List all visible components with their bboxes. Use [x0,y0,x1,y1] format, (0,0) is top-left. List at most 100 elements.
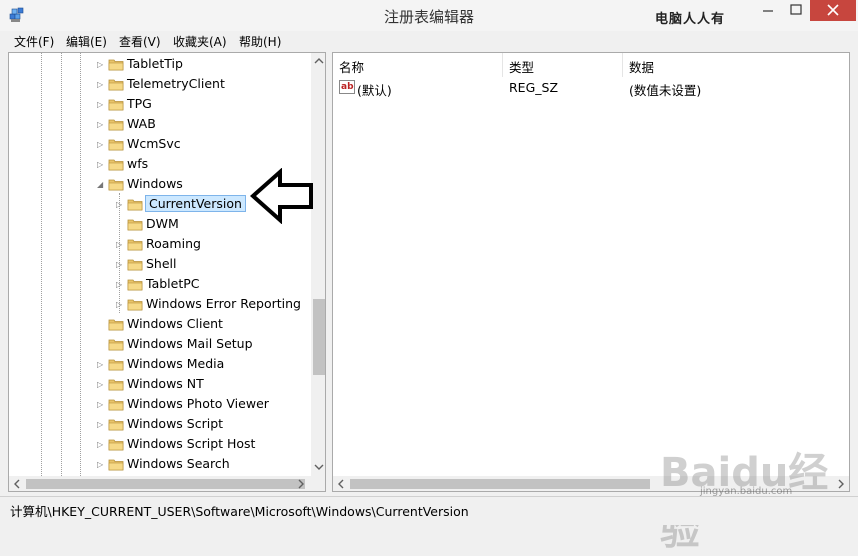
list-horizontal-scroll-thumb[interactable] [350,479,650,489]
tree-item[interactable]: ▷ WcmSvc [97,135,309,155]
expand-icon[interactable]: ▷ [116,240,125,250]
tree-item[interactable]: ▷ WAB [97,115,309,135]
tree-item-label: Windows Search [127,456,230,471]
tree-item-label: TabletPC [146,276,200,291]
menu-favorites[interactable]: 收藏夹(A) [173,33,227,50]
tree-item[interactable]: ▷ Windows Error Reporting [116,295,309,315]
folder-icon [108,119,124,131]
collapse-icon[interactable]: ◢ [97,180,106,190]
minimize-button[interactable] [754,0,782,21]
tree-item[interactable]: ▷ TelemetryClient [97,75,309,95]
folder-icon [108,399,124,411]
registry-key-tree[interactable]: ▷ TabletTip ▷ TelemetryClient ▷ TPG ▷ WAB ▷ WcmSv… [8,52,326,492]
folder-icon [127,199,143,211]
tree-vertical-scrollbar[interactable] [311,53,325,476]
folder-icon [108,319,124,331]
menu-bar: 文件(F) 编辑(E) 查看(V) 收藏夹(A) 帮助(H) [0,31,858,51]
tree-item-label: DWM [146,216,179,231]
scroll-down-icon[interactable] [314,463,324,471]
pointer-arrow-icon [250,168,313,224]
folder-icon [108,379,124,391]
expand-icon[interactable]: ▷ [97,80,106,90]
current-key-path: 计算机\HKEY_CURRENT_USER\Software\Microsoft… [10,504,469,519]
scroll-left-icon[interactable] [13,479,21,489]
expand-icon[interactable]: ▷ [97,360,106,370]
tree-item[interactable]: ▷ TabletTip [97,55,309,75]
tree-guide-line [80,53,81,476]
expand-icon[interactable]: ▷ [116,260,125,270]
expand-icon[interactable]: ▷ [97,140,106,150]
tree-item[interactable]: ▷ Shell [116,255,309,275]
value-row[interactable]: ab (默认) REG_SZ (数值未设置) [333,78,849,98]
close-button[interactable] [810,0,856,21]
tree-item-label: wfs [127,156,149,171]
expand-icon[interactable]: ▷ [97,460,106,470]
tree-item[interactable]: ▷ Windows NT [97,375,309,395]
tree-item[interactable]: ▷ TPG [97,95,309,115]
value-type: REG_SZ [509,80,559,95]
tree-horizontal-scrollbar[interactable] [9,476,325,491]
registry-values-list[interactable]: 名称 类型 数据 ab (默认) REG_SZ (数值未设置) [332,52,850,492]
tree-vertical-scroll-thumb[interactable] [313,299,325,375]
folder-icon [108,159,124,171]
window-title: 注册表编辑器 [383,8,474,26]
tree-item[interactable]: ▷ Windows Photo Viewer [97,395,309,415]
expand-icon[interactable]: ▷ [97,380,106,390]
tree-item-label: WAB [127,116,156,131]
tree-item-label: Windows Photo Viewer [127,396,269,411]
menu-edit[interactable]: 编辑(E) [66,33,107,50]
tree-item-label: Windows Script Host [127,436,256,451]
folder-icon [127,259,143,271]
folder-icon [108,459,124,471]
expand-icon[interactable]: ▷ [97,100,106,110]
expand-icon [116,220,125,230]
tree-guide-line [61,53,62,476]
tree-item-label: CurrentVersion [145,195,246,212]
expand-icon[interactable]: ▷ [97,440,106,450]
scroll-left-icon[interactable] [337,479,345,489]
value-name: (默认) [357,83,392,98]
expand-icon[interactable]: ▷ [116,280,125,290]
tree-item-label: WcmSvc [127,136,181,151]
tree-item[interactable]: Windows Client [97,315,309,335]
folder-icon [108,139,124,151]
tree-item-label: TPG [127,96,152,111]
tree-horizontal-scroll-thumb[interactable] [26,479,305,489]
folder-icon [108,79,124,91]
tree-item[interactable]: Windows Mail Setup [97,335,309,355]
column-header-name[interactable]: 名称 [333,53,503,77]
title-bar: 注册表编辑器 电脑人人有 [0,0,858,31]
expand-icon[interactable]: ▷ [116,300,125,310]
tree-item-label: TelemetryClient [127,76,225,91]
expand-icon[interactable]: ▷ [97,400,106,410]
maximize-button[interactable] [782,0,810,21]
expand-icon[interactable]: ▷ [116,200,125,210]
expand-icon[interactable]: ▷ [97,160,106,170]
folder-icon [127,279,143,291]
expand-icon[interactable]: ▷ [97,60,106,70]
column-header-type[interactable]: 类型 [503,53,623,77]
menu-file[interactable]: 文件(F) [14,33,54,50]
tree-item[interactable]: ▷ Windows Search [97,455,309,475]
expand-icon[interactable]: ▷ [97,120,106,130]
menu-help[interactable]: 帮助(H) [239,33,281,50]
tree-item[interactable]: ▷ Windows Script Host [97,435,309,455]
tree-item[interactable]: ▷ Windows Media [97,355,309,375]
string-value-icon: ab [339,80,355,94]
minimize-icon [763,10,773,12]
folder-icon [108,59,124,71]
tree-guide-line [41,53,42,476]
tree-item[interactable]: ▷ Roaming [116,235,309,255]
column-header-data[interactable]: 数据 [623,53,849,77]
tree-item[interactable]: ▷ Windows Script [97,415,309,435]
menu-view[interactable]: 查看(V) [119,33,161,50]
tree-item-label: Windows NT [127,376,204,391]
folder-icon [127,239,143,251]
scroll-up-icon[interactable] [314,57,324,65]
expand-icon [97,340,106,350]
tree-item[interactable]: ▷ TabletPC [116,275,309,295]
expand-icon[interactable]: ▷ [97,420,106,430]
scroll-right-icon[interactable] [297,479,305,489]
tree-item-label: Windows Error Reporting [146,296,301,311]
value-data: (数值未设置) [629,83,702,98]
